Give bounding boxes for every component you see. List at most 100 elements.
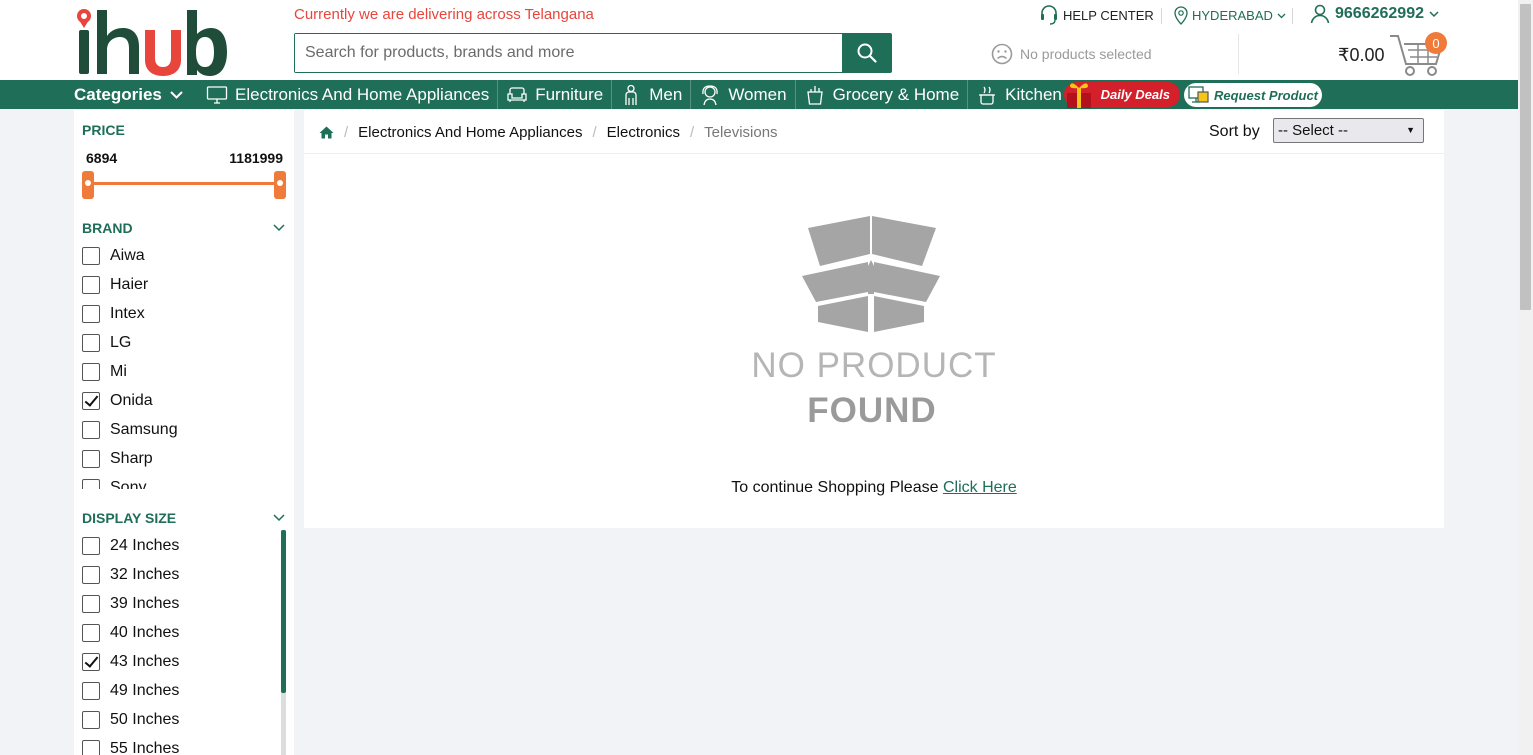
search-button[interactable]: [842, 34, 891, 72]
brand-option-mi[interactable]: Mi: [82, 357, 278, 386]
chevron-down-icon: [170, 90, 183, 99]
nav-item-label: Grocery & Home: [832, 84, 960, 104]
display-size-option-label: 43 Inches: [110, 652, 180, 670]
sort-select-value: -- Select --: [1278, 122, 1349, 139]
brand-option-lg[interactable]: LG: [82, 328, 278, 357]
brand-option-sony[interactable]: Sony: [82, 473, 278, 489]
compare-status[interactable]: No products selected: [991, 43, 1152, 65]
brand-option-samsung[interactable]: Samsung: [82, 415, 278, 444]
breadcrumb-electronics-home-appliances[interactable]: Electronics And Home Appliances: [358, 124, 582, 141]
checkbox[interactable]: [82, 420, 100, 439]
display-size-option-label: 24 Inches: [110, 536, 180, 554]
location-selector[interactable]: HYDERABAD: [1174, 6, 1286, 25]
grocery-icon: [806, 85, 823, 105]
price-slider-track[interactable]: [88, 182, 280, 185]
brand-option-label: Sony: [110, 478, 147, 490]
no-product-subtitle: FOUND: [807, 391, 937, 430]
display-size-option[interactable]: 43 Inches: [82, 647, 278, 676]
display-size-option[interactable]: 49 Inches: [82, 676, 278, 705]
nav-item-electronics[interactable]: Electronics And Home Appliances: [198, 80, 497, 109]
nav-item-label: Electronics And Home Appliances: [235, 84, 490, 104]
product-results: / Electronics And Home Appliances / Elec…: [304, 110, 1444, 528]
checkbox[interactable]: [82, 739, 100, 755]
brand-option-label: Intex: [110, 304, 145, 322]
headset-icon: [1041, 5, 1057, 25]
checkbox[interactable]: [82, 594, 100, 613]
nav-item-kitchen[interactable]: Kitchen: [967, 80, 1070, 109]
breadcrumb-electronics[interactable]: Electronics: [607, 124, 680, 141]
divider: [1292, 8, 1293, 24]
brand-option-intex[interactable]: Intex: [82, 299, 278, 328]
nav-item-label: Women: [728, 84, 787, 104]
kitchen-icon: [979, 86, 996, 105]
brand-option-haier[interactable]: Haier: [82, 270, 278, 299]
site-header: Currently we are delivering across Telan…: [0, 0, 1518, 80]
display-size-option-label: 49 Inches: [110, 681, 180, 699]
checkbox[interactable]: [82, 681, 100, 700]
display-size-option[interactable]: 50 Inches: [82, 705, 278, 734]
nav-item-women[interactable]: Women: [690, 80, 794, 109]
checkbox[interactable]: [82, 246, 100, 265]
nav-item-grocery[interactable]: Grocery & Home: [794, 80, 968, 109]
checkbox-checked[interactable]: [82, 652, 100, 671]
nav-item-men[interactable]: Men: [611, 80, 690, 109]
checkbox[interactable]: [82, 449, 100, 468]
display-size-option[interactable]: 39 Inches: [82, 589, 278, 618]
brand-option-sharp[interactable]: Sharp: [82, 444, 278, 473]
cart-amount[interactable]: ₹0.00: [1338, 45, 1385, 66]
display-size-option[interactable]: 40 Inches: [82, 618, 278, 647]
display-size-option[interactable]: 55 Inches: [82, 734, 278, 755]
breadcrumb-separator: /: [592, 124, 597, 141]
display-size-option-label: 32 Inches: [110, 565, 180, 583]
ihub-logo[interactable]: [75, 6, 227, 76]
chevron-down-icon: [1429, 10, 1439, 17]
location-label: HYDERABAD: [1192, 8, 1273, 23]
chevron-down-icon[interactable]: [273, 224, 285, 232]
empty-box-icon: [802, 216, 940, 332]
checkbox-checked[interactable]: [82, 391, 100, 410]
brand-option-onida[interactable]: Onida: [82, 386, 278, 415]
price-slider-min-handle[interactable]: [82, 171, 94, 199]
help-center-link[interactable]: HELP CENTER: [1040, 5, 1154, 25]
checkbox[interactable]: [82, 333, 100, 352]
home-icon[interactable]: [319, 126, 334, 139]
checkbox[interactable]: [82, 536, 100, 555]
help-center-label: HELP CENTER: [1063, 7, 1154, 23]
brand-filter-list: Aiwa Haier Intex LG Mi Onida Samsung Sha…: [82, 241, 278, 489]
checkbox[interactable]: [82, 304, 100, 323]
sort-by-label: Sort by: [1209, 123, 1260, 140]
breadcrumb-separator: /: [690, 124, 695, 141]
checkbox[interactable]: [82, 565, 100, 584]
breadcrumb-separator: /: [344, 124, 349, 141]
checkbox[interactable]: [82, 623, 100, 642]
categories-menu[interactable]: Categories: [74, 85, 198, 105]
divider: [1161, 8, 1162, 24]
price-filter-title: PRICE: [82, 122, 125, 138]
nav-item-furniture[interactable]: Furniture: [497, 80, 611, 109]
click-here-link[interactable]: Click Here: [943, 479, 1017, 496]
brand-filter-title: BRAND: [82, 220, 133, 236]
price-slider-max-handle[interactable]: [274, 171, 286, 199]
checkbox[interactable]: [82, 275, 100, 294]
account-menu[interactable]: 9666262992: [1310, 4, 1439, 24]
display-size-option[interactable]: 32 Inches: [82, 560, 278, 589]
checkbox[interactable]: [82, 362, 100, 381]
brand-option-aiwa[interactable]: Aiwa: [82, 241, 278, 270]
continue-shopping-text: To continue Shopping Please: [731, 479, 939, 496]
page-scrollbar-thumb[interactable]: [1520, 4, 1531, 310]
woman-icon: [702, 84, 719, 105]
checkbox[interactable]: [82, 478, 100, 489]
checkbox[interactable]: [82, 710, 100, 729]
brand-option-label: Aiwa: [110, 246, 145, 264]
display-size-scrollbar-thumb[interactable]: [281, 530, 286, 693]
price-min-value: 6894: [86, 150, 118, 166]
sort-select[interactable]: -- Select -- ▼: [1273, 118, 1424, 143]
phone-number: 9666262992: [1335, 5, 1424, 22]
monitor-icon: [206, 85, 228, 104]
chevron-down-icon[interactable]: [273, 514, 285, 522]
search-bar: [294, 33, 892, 73]
sofa-icon: [507, 86, 527, 102]
request-product-button[interactable]: Request Product: [1184, 83, 1322, 107]
search-input[interactable]: [295, 34, 842, 72]
display-size-option[interactable]: 24 Inches: [82, 531, 278, 560]
